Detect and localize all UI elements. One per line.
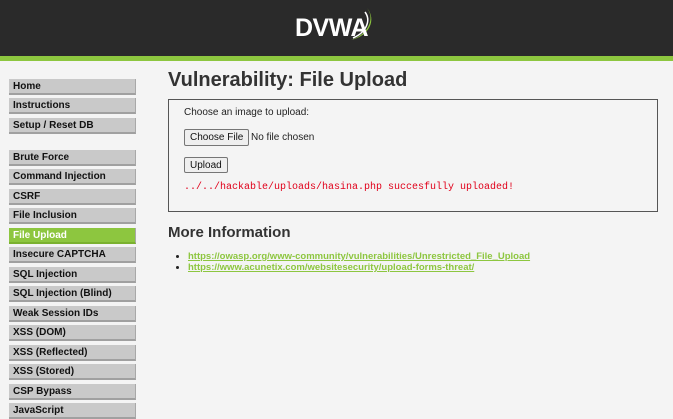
- menu-item-xss-reflected[interactable]: XSS (Reflected): [9, 345, 136, 361]
- upload-label: Choose an image to upload:: [184, 107, 310, 118]
- header-bar: DVWA: [0, 0, 673, 56]
- logo-text: DVWA: [295, 14, 369, 42]
- acunetix-link[interactable]: https://www.acunetix.com/websitesecurity…: [188, 262, 474, 273]
- choose-file-button[interactable]: Choose File: [184, 129, 250, 146]
- more-information-heading: More Information: [168, 224, 291, 241]
- menu-item-file-upload[interactable]: File Upload: [9, 228, 136, 244]
- menu-item-brute-force[interactable]: Brute Force: [9, 150, 136, 166]
- menu-item-xss-dom[interactable]: XSS (DOM): [9, 325, 136, 341]
- upload-result-message: ../../hackable/uploads/hasina.php succes…: [184, 182, 515, 193]
- header-accent-stripe: [0, 56, 673, 61]
- menu-item-instructions[interactable]: Instructions: [9, 98, 136, 114]
- list-item: https://www.acunetix.com/websitesecurity…: [188, 262, 530, 273]
- menu-item-sql-injection-blind[interactable]: SQL Injection (Blind): [9, 286, 136, 302]
- menu-item-command-injection[interactable]: Command Injection: [9, 169, 136, 185]
- menu-item-xss-stored[interactable]: XSS (Stored): [9, 364, 136, 380]
- upload-form-box: Choose an image to upload: Choose File N…: [168, 99, 658, 212]
- menu-item-file-inclusion[interactable]: File Inclusion: [9, 208, 136, 224]
- menu-item-csp-bypass[interactable]: CSP Bypass: [9, 384, 136, 400]
- page-title: Vulnerability: File Upload: [168, 69, 408, 91]
- menu-item-home[interactable]: Home: [9, 79, 136, 95]
- menu-item-csrf[interactable]: CSRF: [9, 189, 136, 205]
- file-status-text: No file chosen: [251, 132, 315, 143]
- owasp-link[interactable]: https://owasp.org/www-community/vulnerab…: [188, 251, 530, 262]
- list-item: https://owasp.org/www-community/vulnerab…: [188, 251, 530, 262]
- menu-item-javascript[interactable]: JavaScript: [9, 403, 136, 419]
- dvwa-logo: DVWA: [295, 4, 380, 48]
- more-information-links: https://owasp.org/www-community/vulnerab…: [188, 251, 530, 273]
- menu-item-sql-injection[interactable]: SQL Injection: [9, 267, 136, 283]
- menu-item-setup-reset-db[interactable]: Setup / Reset DB: [9, 118, 136, 134]
- menu-item-weak-session-ids[interactable]: Weak Session IDs: [9, 306, 136, 322]
- menu-item-insecure-captcha[interactable]: Insecure CAPTCHA: [9, 247, 136, 263]
- upload-button[interactable]: Upload: [184, 157, 228, 173]
